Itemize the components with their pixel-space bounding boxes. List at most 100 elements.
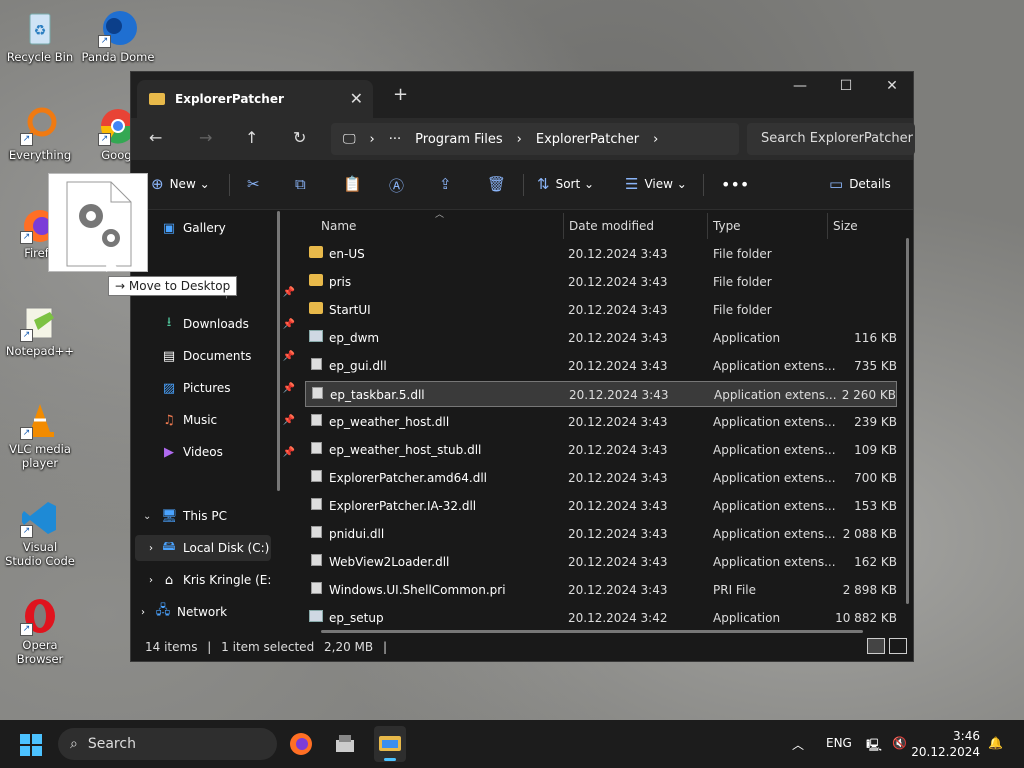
- search-input[interactable]: Search ExplorerPatcher: [747, 123, 915, 155]
- column-header-date[interactable]: Date modified: [569, 219, 654, 233]
- chevron-right-icon: ›: [369, 131, 375, 147]
- column-header-type[interactable]: Type: [713, 219, 741, 233]
- drag-ghost-file: [48, 173, 148, 272]
- desktop-icon-opera[interactable]: ↗ Opera Browser: [0, 596, 80, 666]
- sidebar-item-local-disk[interactable]: › 🖴 Local Disk (C:): [135, 535, 271, 561]
- drag-tooltip-text: Move to Desktop: [128, 279, 231, 293]
- taskbar-search-label: Search: [87, 736, 136, 752]
- sidebar-item-music[interactable]: ♫ Music 📌: [161, 407, 301, 433]
- column-header-size[interactable]: Size: [833, 219, 858, 233]
- details-pane-button[interactable]: ▭ Details: [829, 175, 891, 193]
- clock-date: 20.12.2024: [911, 745, 980, 759]
- language-indicator[interactable]: ENG: [826, 736, 852, 750]
- vertical-scrollbar[interactable]: [906, 238, 909, 604]
- ellipsis-icon[interactable]: ···: [389, 132, 401, 147]
- file-size: 700 KB: [854, 471, 897, 485]
- close-window-button[interactable]: ✕: [869, 78, 915, 94]
- table-row[interactable]: ep_weather_host.dll 20.12.2024 3:43 Applic…: [305, 409, 897, 435]
- taskbar-app-installer[interactable]: [331, 730, 359, 758]
- file-name: WebView2Loader.dll: [329, 555, 450, 569]
- desktop-icon-vlc[interactable]: ↗ VLC media player: [0, 400, 80, 470]
- paste-button[interactable]: 📋: [343, 175, 362, 193]
- column-header-name[interactable]: Name: [321, 219, 356, 233]
- table-row[interactable]: pris 20.12.2024 3:43 File folder: [305, 269, 897, 295]
- table-row[interactable]: ExplorerPatcher.amd64.dll 20.12.2024 3:43…: [305, 465, 897, 491]
- copy-button[interactable]: ⧉: [295, 175, 306, 193]
- maximize-button[interactable]: ☐: [823, 78, 869, 94]
- network-status-icon[interactable]: 🖳: [866, 736, 882, 757]
- new-label: New: [169, 177, 196, 191]
- table-row[interactable]: ExplorerPatcher.IA-32.dll 20.12.2024 3:43…: [305, 493, 897, 519]
- notification-bell-icon[interactable]: 🔔: [988, 736, 1003, 750]
- more-options-button[interactable]: •••: [721, 175, 749, 194]
- address-bar[interactable]: 🖵 › ··· Program Files › ExplorerPatcher …: [331, 123, 739, 155]
- column-divider[interactable]: [707, 213, 708, 239]
- forward-button[interactable]: →: [199, 128, 212, 147]
- sidebar-item-videos[interactable]: ▶ Videos 📌: [161, 439, 301, 465]
- windows-logo-tile: [20, 746, 30, 756]
- back-button[interactable]: ←: [149, 128, 162, 147]
- view-button[interactable]: ☰ View ⌄: [625, 175, 687, 193]
- notepad-plus-plus-icon: ↗: [20, 302, 60, 342]
- desktop-icon-everything[interactable]: ↗ Everything: [0, 106, 80, 162]
- sidebar-item-gallery[interactable]: ▣ Gallery: [161, 215, 301, 241]
- desktop-icon-vscode[interactable]: ↗ Visual Studio Code: [0, 498, 80, 568]
- sidebar-item-label: Kris Kringle (E:: [183, 573, 272, 587]
- table-row[interactable]: ep_setup 20.12.2024 3:42 Application 10 882…: [305, 605, 897, 631]
- sidebar-item-downloads[interactable]: ⭳ Downloads 📌: [161, 311, 301, 337]
- sidebar-item-pictures[interactable]: ▨ Pictures 📌: [161, 375, 301, 401]
- refresh-button[interactable]: ↻: [293, 128, 306, 147]
- close-tab-icon[interactable]: ✕: [350, 89, 363, 108]
- taskbar-firefox[interactable]: [287, 730, 315, 758]
- breadcrumb-program-files[interactable]: Program Files: [415, 132, 503, 147]
- taskbar-search[interactable]: ⌕ Search: [58, 728, 277, 760]
- share-button[interactable]: ⇪: [439, 175, 452, 193]
- table-row[interactable]: en-US 20.12.2024 3:43 File folder: [305, 241, 897, 267]
- start-button[interactable]: [20, 734, 42, 756]
- shortcut-arrow-icon: ↗: [20, 231, 33, 244]
- new-button[interactable]: ⊕ New ⌄: [151, 175, 210, 193]
- taskbar-file-explorer[interactable]: [374, 726, 406, 762]
- sidebar-item-documents[interactable]: ▤ Documents 📌: [161, 343, 301, 369]
- volume-muted-icon[interactable]: 🔇: [892, 736, 907, 750]
- tab-explorerpatcher[interactable]: ExplorerPatcher ✕: [137, 80, 373, 118]
- column-divider[interactable]: [563, 213, 564, 239]
- breadcrumb-explorerpatcher[interactable]: ExplorerPatcher: [536, 132, 639, 147]
- svg-text:♻: ♻: [34, 23, 47, 39]
- file-type: Application extens...: [713, 415, 836, 429]
- column-divider[interactable]: [827, 213, 828, 239]
- new-tab-button[interactable]: +: [393, 84, 408, 105]
- desktop-icon-recycle-bin[interactable]: ♻ Recycle Bin: [0, 8, 80, 64]
- music-icon: ♫: [163, 412, 175, 428]
- minimize-button[interactable]: —: [777, 78, 823, 94]
- delete-button[interactable]: 🗑: [487, 175, 506, 193]
- show-hidden-icons-chevron-icon[interactable]: ︿: [792, 736, 804, 753]
- table-row[interactable]: pnidui.dll 20.12.2024 3:43 Application ext…: [305, 521, 897, 547]
- table-row[interactable]: ep_taskbar.5.dll 20.12.2024 3:43 Applicati…: [305, 381, 897, 407]
- cut-button[interactable]: ✂: [247, 175, 260, 193]
- clock[interactable]: 3:46 20.12.2024: [911, 728, 980, 760]
- sidebar-scrollbar[interactable]: [277, 211, 280, 491]
- desktop-icon-notepad-plus-plus[interactable]: ↗ Notepad++: [0, 302, 80, 358]
- tiles-view-button[interactable]: [889, 638, 907, 654]
- table-row[interactable]: Windows.UI.ShellCommon.pri 20.12.2024 3:4…: [305, 577, 897, 603]
- file-name: ExplorerPatcher.IA-32.dll: [329, 499, 477, 513]
- desktop-icon-panda-dome[interactable]: ↗ Panda Dome: [78, 8, 158, 64]
- sort-button[interactable]: ⇅ Sort ⌄: [537, 175, 594, 193]
- details-view-button[interactable]: [867, 638, 885, 654]
- sidebar-item-label: This PC: [183, 509, 227, 523]
- sidebar-item-kris-kringle[interactable]: › ⌂ Kris Kringle (E:: [135, 567, 275, 593]
- sidebar-item-this-pc[interactable]: 🖥 This PC: [161, 503, 301, 529]
- file-name: ep_setup: [329, 611, 384, 625]
- rename-button[interactable]: Ⓐ: [389, 175, 404, 196]
- table-row[interactable]: ep_weather_host_stub.dll 20.12.2024 3:43 A…: [305, 437, 897, 463]
- table-row[interactable]: ep_gui.dll 20.12.2024 3:43 Application ext…: [305, 353, 897, 379]
- up-button[interactable]: ↑: [245, 128, 258, 147]
- table-row[interactable]: StartUI 20.12.2024 3:43 File folder: [305, 297, 897, 323]
- application-icon: [309, 610, 323, 622]
- active-indicator: [384, 758, 396, 761]
- table-row[interactable]: WebView2Loader.dll 20.12.2024 3:43 Applica…: [305, 549, 897, 575]
- table-row[interactable]: ep_dwm 20.12.2024 3:43 Application 116 KB: [305, 325, 897, 351]
- chevron-down-icon[interactable]: ⌄: [143, 511, 151, 522]
- sidebar-item-network[interactable]: › 🖧 Network: [141, 599, 281, 625]
